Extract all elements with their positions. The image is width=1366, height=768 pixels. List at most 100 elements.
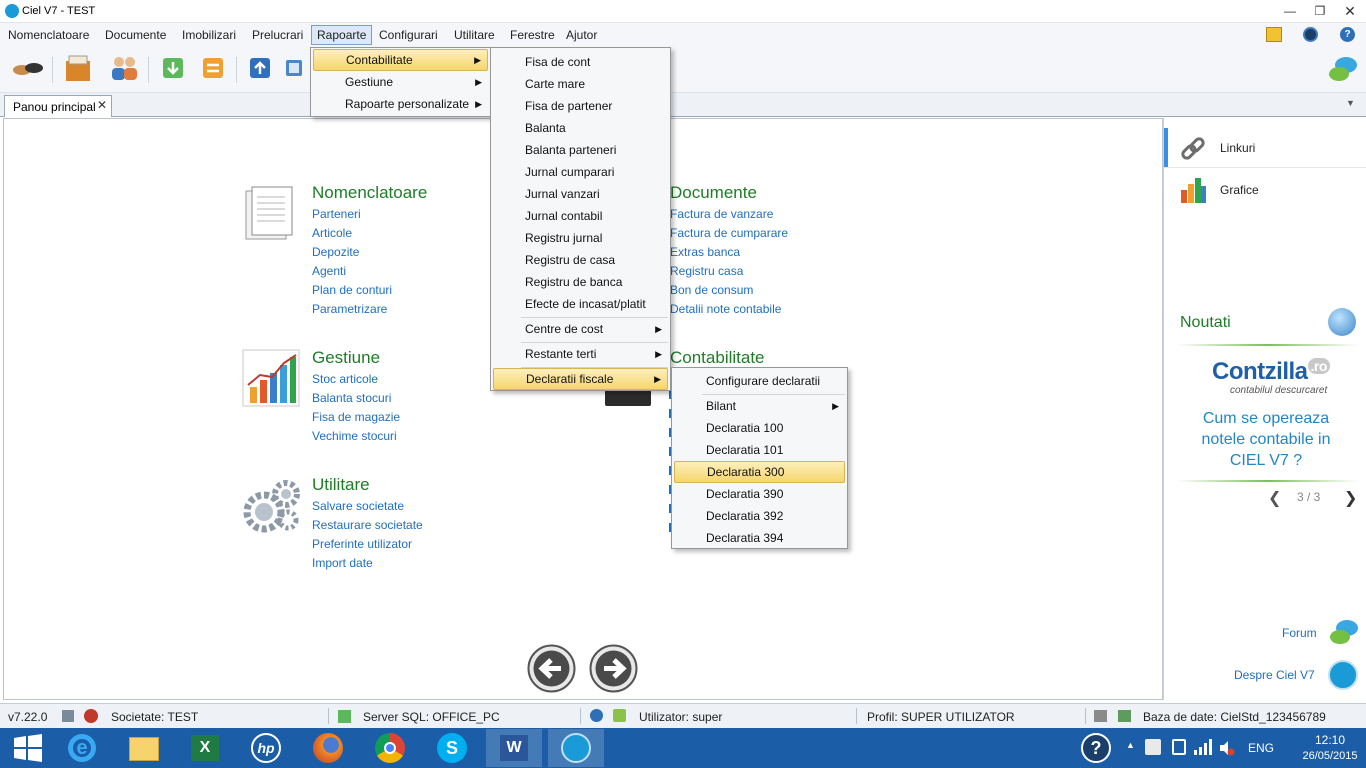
menu-item-balanta-parteneri[interactable]: Balanta parteneri xyxy=(493,139,668,161)
users-icon[interactable] xyxy=(108,53,138,83)
skype-icon[interactable]: S xyxy=(424,729,480,767)
chrome-icon[interactable] xyxy=(362,729,418,767)
menu-item-declaratia-394[interactable]: Declaratia 394 xyxy=(674,527,845,549)
menu-item-carte-mare[interactable]: Carte mare xyxy=(493,73,668,95)
link-factura-de-cumparare[interactable]: Factura de cumparare xyxy=(670,224,788,243)
menu-item-declaratia-100[interactable]: Declaratia 100 xyxy=(674,417,845,439)
sync-icon[interactable] xyxy=(62,710,74,722)
forward-arrow-button[interactable] xyxy=(589,644,638,693)
menu-item-declaratia-300[interactable]: Declaratia 300 xyxy=(674,461,845,483)
link-registru-casa[interactable]: Registru casa xyxy=(670,262,788,281)
excel-icon[interactable]: X xyxy=(177,729,233,767)
lock-icon[interactable] xyxy=(1266,27,1282,42)
hp-icon[interactable]: hp xyxy=(238,729,294,767)
link-salvare-societate[interactable]: Salvare societate xyxy=(312,497,423,516)
link-balanta-stocuri[interactable]: Balanta stocuri xyxy=(312,389,400,408)
link-articole[interactable]: Articole xyxy=(312,224,392,243)
menu-item-centre-de-cost[interactable]: Centre de cost ▶ xyxy=(493,318,668,340)
next-arrow-icon[interactable]: ❯ xyxy=(1344,488,1357,508)
link-detalii-note-contabile[interactable]: Detalii note contabile xyxy=(670,300,788,319)
documents-box-icon[interactable] xyxy=(63,53,93,83)
menu-item-declaratii-fiscale[interactable]: Declaratii fiscale ▶ xyxy=(493,368,668,390)
link-vechime-stocuri[interactable]: Vechime stocuri xyxy=(312,427,400,446)
ciel-logo-icon[interactable] xyxy=(1328,660,1358,690)
menu-item-fisa-de-cont[interactable]: Fisa de cont xyxy=(493,51,668,73)
help-icon[interactable]: ? xyxy=(1340,27,1355,42)
link-parametrizare[interactable]: Parametrizare xyxy=(312,300,392,319)
menu-item-registru-de-casa[interactable]: Registru de casa xyxy=(493,249,668,271)
menu-documente[interactable]: Documente xyxy=(100,25,171,45)
menu-item-registru-jurnal[interactable]: Registru jurnal xyxy=(493,227,668,249)
volume-mute-icon[interactable] xyxy=(1219,740,1235,756)
menu-utilitare[interactable]: Utilitare xyxy=(449,25,500,45)
tab-panou-principal[interactable]: Panou principal ✕ xyxy=(4,95,112,117)
menu-item-fisa-de-partener[interactable]: Fisa de partener xyxy=(493,95,668,117)
menu-item-jurnal-vanzari[interactable]: Jurnal vanzari xyxy=(493,183,668,205)
ciel-taskbar-icon[interactable] xyxy=(548,729,604,767)
link-plan-de-conturi[interactable]: Plan de conturi xyxy=(312,281,392,300)
menu-rapoarte[interactable]: Rapoarte xyxy=(311,25,373,45)
menu-item-registru-de-banca[interactable]: Registru de banca xyxy=(493,271,668,293)
menu-configurari[interactable]: Configurari xyxy=(374,25,443,45)
windows-start-icon[interactable] xyxy=(0,729,56,767)
menu-item-declaratia-392[interactable]: Declaratia 392 xyxy=(674,505,845,527)
export-up-icon[interactable] xyxy=(245,53,275,83)
link-restaurare-societate[interactable]: Restaurare societate xyxy=(312,516,423,535)
menu-nomenclatoare[interactable]: Nomenclatoare xyxy=(3,25,94,45)
flag-icon[interactable] xyxy=(1145,739,1161,755)
menu-item-jurnal-contabil[interactable]: Jurnal contabil xyxy=(493,205,668,227)
link-depozite[interactable]: Depozite xyxy=(312,243,392,262)
menu-item-restante-terti[interactable]: Restante terti ▶ xyxy=(493,343,668,365)
menu-item-gestiune[interactable]: Gestiune ▶ xyxy=(313,71,488,93)
link-factura-de-vanzare[interactable]: Factura de vanzare xyxy=(670,205,788,224)
menu-item-bilant[interactable]: Bilant ▶ xyxy=(674,395,845,417)
close-icon[interactable]: ✕ xyxy=(97,98,107,112)
link-stoc-articole[interactable]: Stoc articole xyxy=(312,370,400,389)
menu-ferestre[interactable]: Ferestre xyxy=(505,25,560,45)
link-preferinte-utilizator[interactable]: Preferinte utilizator xyxy=(312,535,423,554)
link-parteneri[interactable]: Parteneri xyxy=(312,205,392,224)
forum-link[interactable]: Forum xyxy=(1282,626,1317,640)
link-fisa-de-magazie[interactable]: Fisa de magazie xyxy=(312,408,400,427)
menu-item-configurare-declaratii[interactable]: Configurare declaratii xyxy=(674,370,845,392)
tray-expand-icon[interactable]: ▲ xyxy=(1126,740,1135,750)
stop-icon[interactable] xyxy=(84,709,98,723)
clock[interactable]: 12:10 26/05/2015 xyxy=(1300,733,1360,762)
menu-item-efecte-de-incasat-platit[interactable]: Efecte de incasat/platit xyxy=(493,293,668,315)
rp-linkuri[interactable]: Linkuri xyxy=(1164,128,1366,168)
word-icon[interactable]: W xyxy=(486,729,542,767)
help-question-icon[interactable]: ? xyxy=(1081,733,1111,763)
file-explorer-icon[interactable] xyxy=(115,729,171,767)
menu-item-rapoarte-personalizate[interactable]: Rapoarte personalizate ▶ xyxy=(313,93,488,115)
menu-item-balanta[interactable]: Balanta xyxy=(493,117,668,139)
back-arrow-button[interactable] xyxy=(527,644,576,693)
update-icon[interactable] xyxy=(1303,27,1318,42)
menu-prelucrari[interactable]: Prelucrari xyxy=(247,25,308,45)
rp-grafice[interactable]: Grafice xyxy=(1164,170,1366,210)
chevron-down-icon[interactable]: ▼ xyxy=(1346,98,1355,108)
signal-icon[interactable] xyxy=(1194,739,1212,755)
link-extras-banca[interactable]: Extras banca xyxy=(670,243,788,262)
battery-icon[interactable] xyxy=(1172,739,1186,755)
internet-explorer-icon[interactable]: e xyxy=(56,729,112,767)
news-text[interactable]: Cum se opereaza notele contabile in CIEL… xyxy=(1184,408,1348,471)
language-indicator[interactable]: ENG xyxy=(1248,741,1274,755)
minimize-button[interactable]: — xyxy=(1276,2,1304,20)
import-down-icon[interactable] xyxy=(158,53,188,83)
transfer-icon[interactable] xyxy=(198,53,228,83)
handshake-icon[interactable] xyxy=(12,53,43,83)
menu-item-declaratia-101[interactable]: Declaratia 101 xyxy=(674,439,845,461)
menu-item-declaratia-390[interactable]: Declaratia 390 xyxy=(674,483,845,505)
firefox-icon[interactable] xyxy=(300,729,356,767)
menu-item-contabilitate[interactable]: Contabilitate ▶ xyxy=(313,49,488,71)
restore-button[interactable]: ❐ xyxy=(1306,2,1334,20)
forum-chat-icon[interactable] xyxy=(1328,618,1360,648)
menu-item-jurnal-cumparari[interactable]: Jurnal cumparari xyxy=(493,161,668,183)
link-import-date[interactable]: Import date xyxy=(312,554,423,573)
link-bon-de-consum[interactable]: Bon de consum xyxy=(670,281,788,300)
close-button[interactable]: ✕ xyxy=(1336,2,1364,20)
menu-imobilizari[interactable]: Imobilizari xyxy=(177,25,241,45)
about-link[interactable]: Despre Ciel V7 xyxy=(1234,668,1315,682)
prev-arrow-icon[interactable]: ❮ xyxy=(1268,488,1281,508)
window-icon[interactable] xyxy=(284,53,302,83)
